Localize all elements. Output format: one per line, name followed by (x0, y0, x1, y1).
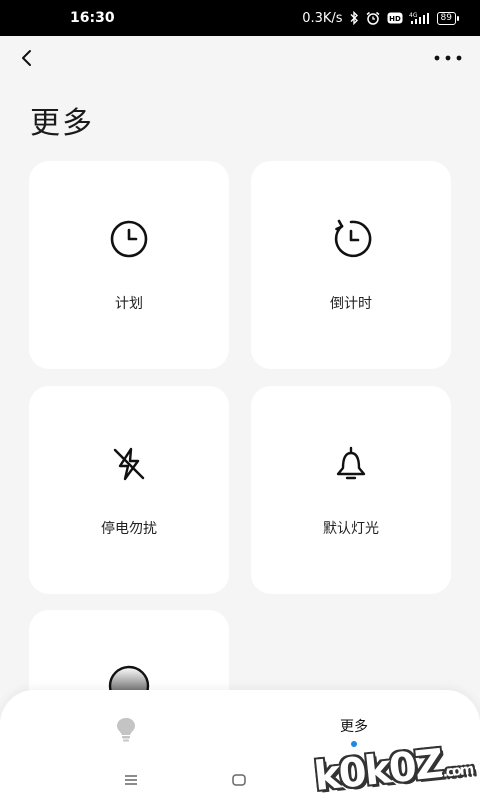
menu-icon (125, 775, 137, 785)
countdown-clock-icon (329, 217, 373, 261)
card-label: 默认灯光 (323, 521, 379, 537)
tab-more-label: 更多 (340, 719, 368, 735)
card-power-outage-dnd[interactable]: 停电勿扰 (29, 386, 229, 594)
home-button[interactable] (230, 772, 248, 788)
card-label: 倒计时 (330, 296, 372, 312)
card-label: 计划 (115, 296, 143, 312)
bell-icon (329, 442, 373, 486)
clock-icon (107, 217, 151, 261)
recent-apps-button[interactable] (122, 772, 140, 788)
bulb-icon (117, 718, 135, 742)
card-countdown[interactable]: 倒计时 (251, 161, 451, 369)
hd-icon: HD (387, 12, 403, 24)
active-tab-indicator (351, 741, 357, 747)
more-dots-icon (434, 55, 462, 61)
network-type: 4G (409, 12, 418, 19)
bluetooth-icon (349, 11, 359, 25)
battery-indicator: 89 (436, 11, 460, 25)
page-title: 更多 (30, 106, 94, 141)
signal-icon: 4G (409, 11, 431, 25)
tab-lights[interactable] (108, 714, 144, 744)
home-square-icon (232, 774, 246, 786)
more-options-button[interactable] (430, 44, 466, 72)
card-default-light[interactable]: 默认灯光 (251, 386, 451, 594)
watermark-suffix: .com (442, 761, 474, 781)
top-bar (0, 36, 480, 82)
flash-off-icon (107, 442, 151, 486)
status-indicators: 0.3K/s HD 4G 89 (302, 10, 460, 26)
alarm-icon (365, 11, 381, 25)
status-time: 16:30 (70, 10, 115, 26)
chevron-left-icon (22, 50, 31, 66)
back-button[interactable] (12, 44, 40, 72)
card-label: 停电勿扰 (101, 521, 157, 537)
svg-text:HD: HD (389, 15, 401, 23)
network-speed: 0.3K/s (302, 10, 343, 26)
card-schedule[interactable]: 计划 (29, 161, 229, 369)
status-bar: 16:30 0.3K/s HD 4G 89 (0, 0, 480, 36)
